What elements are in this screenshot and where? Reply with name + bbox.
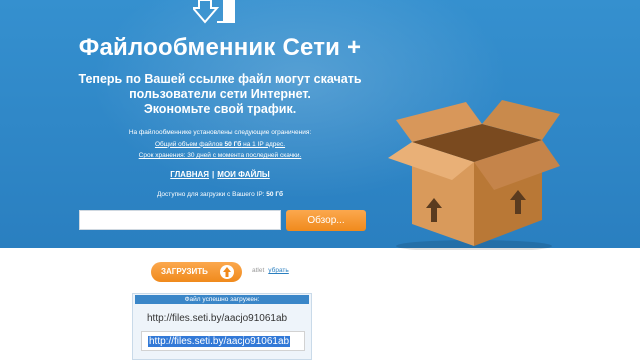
limits-volume-suffix: на 1 IP адрес.	[241, 140, 286, 148]
tagline: Теперь по Вашей ссылке файл могут скачат…	[60, 72, 380, 117]
limits-volume-prefix: Общий объем файлов	[154, 140, 225, 148]
nav-separator: |	[212, 170, 215, 179]
limits-volume: Общий объем файлов 50 Гб на 1 IP адрес.	[100, 139, 340, 151]
tagline-line-2: пользователи сети Интернет.	[129, 87, 311, 101]
upload-button[interactable]: ЗАГРУЗИТЬ	[151, 262, 242, 282]
nav-home-link[interactable]: ГЛАВНАЯ	[170, 170, 209, 179]
selected-file-name: atlet	[252, 267, 265, 274]
ip-quota-label: Доступно для загрузки с Вашего IP:	[156, 191, 267, 198]
upload-result-panel: Файл успешно загружен: http://files.seti…	[132, 293, 312, 360]
limits-intro: На файлообменнике установлены следующие …	[128, 129, 312, 136]
tagline-line-1: Теперь по Вашей ссылке файл могут скачат…	[78, 72, 362, 86]
limits-info: На файлообменнике установлены следующие …	[100, 127, 340, 162]
download-logo-icon	[193, 0, 235, 24]
page-title: Файлообменник Сети +	[78, 34, 362, 61]
selected-file: atlet убрать	[252, 267, 289, 274]
remove-file-link[interactable]: убрать	[268, 267, 289, 274]
file-link-selected-text[interactable]: http://files.seti.by/aacjo91061ab	[148, 336, 291, 347]
file-link-text[interactable]: http://files.seti.by/aacjo91061ab	[147, 313, 287, 324]
ip-quota-value: 50 Гб	[266, 191, 284, 198]
file-path-input[interactable]	[79, 210, 281, 230]
browse-button[interactable]: Обзор...	[286, 210, 366, 231]
limits-volume-value: 50 Гб	[224, 140, 242, 148]
tagline-line-3: Экономьте свой трафик.	[143, 102, 297, 116]
upload-success-header: Файл успешно загружен:	[135, 295, 309, 304]
file-link-field[interactable]: http://files.seti.by/aacjo91061ab	[141, 331, 305, 351]
upload-arrow-icon	[220, 265, 234, 279]
nav-my-files-link[interactable]: МОИ ФАЙЛЫ	[217, 170, 269, 179]
cardboard-box-illustration	[388, 100, 560, 250]
ip-quota: Доступно для загрузки с Вашего IP: 50 Гб	[120, 191, 320, 198]
limits-retention: Срок хранения: 30 дней с момента последн…	[138, 152, 302, 159]
upload-button-label: ЗАГРУЗИТЬ	[161, 267, 208, 276]
main-nav: ГЛАВНАЯ | МОИ ФАЙЛЫ	[150, 170, 290, 179]
